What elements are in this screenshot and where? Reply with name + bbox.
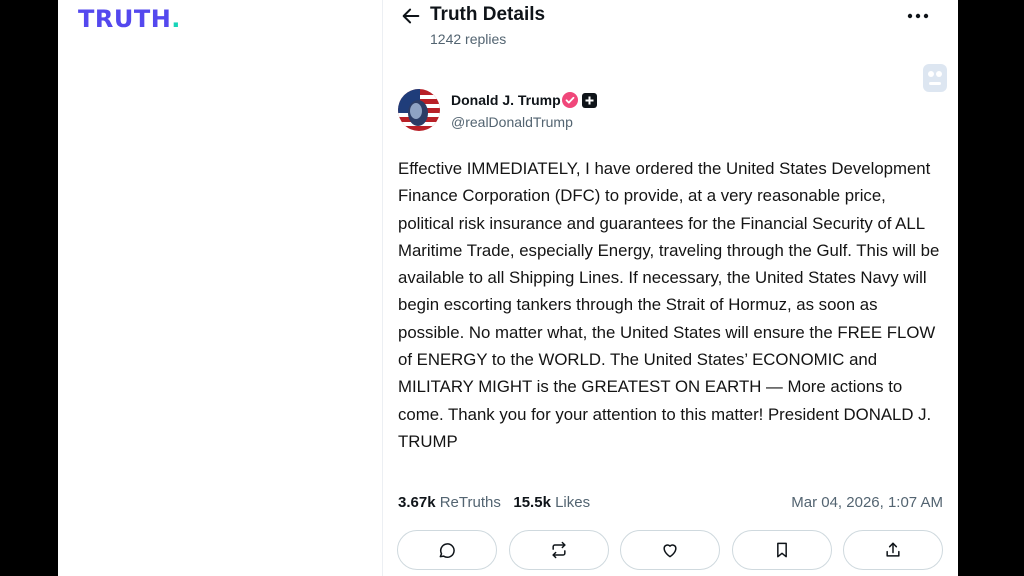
share-icon bbox=[886, 542, 900, 557]
likes-count: 15.5k bbox=[513, 494, 551, 511]
bookmark-icon bbox=[777, 542, 787, 558]
post-stats: 3.67k ReTruths 15.5k Likes bbox=[398, 494, 590, 511]
post-timestamp: Mar 04, 2026, 1:07 AM bbox=[791, 494, 943, 511]
like-icon bbox=[663, 544, 677, 558]
retruths-label: ReTruths bbox=[439, 494, 501, 511]
retruth-button[interactable] bbox=[509, 530, 609, 570]
avatar[interactable] bbox=[398, 89, 440, 131]
bookmark-button[interactable] bbox=[732, 530, 832, 570]
retruth-icon bbox=[552, 541, 566, 559]
retruths-stat[interactable]: 3.67k ReTruths bbox=[398, 494, 501, 511]
reply-button[interactable] bbox=[397, 530, 497, 570]
author-handle[interactable]: @realDonaldTrump bbox=[451, 114, 573, 130]
app-frame: TRUTH. Truth Details 1242 replies Donald… bbox=[58, 0, 958, 576]
author-name[interactable]: Donald J. Trump bbox=[451, 92, 561, 108]
logo-dot: . bbox=[171, 5, 181, 33]
arrow-left-icon[interactable] bbox=[400, 5, 422, 27]
watermark-icon bbox=[923, 64, 947, 92]
retruths-count: 3.67k bbox=[398, 494, 436, 511]
likes-stat[interactable]: 15.5k Likes bbox=[513, 494, 590, 511]
verified-badge-icon bbox=[562, 92, 578, 108]
truth-logo[interactable]: TRUTH. bbox=[78, 5, 181, 33]
main-column: Truth Details 1242 replies Donald J. Tru… bbox=[383, 0, 958, 576]
plus-badge-icon bbox=[582, 93, 597, 108]
more-horizontal-icon[interactable] bbox=[906, 6, 930, 26]
reply-count: 1242 replies bbox=[430, 31, 507, 47]
logo-text: TRUTH bbox=[78, 5, 172, 33]
share-button[interactable] bbox=[843, 530, 943, 570]
post-text: Effective IMMEDIATELY, I have ordered th… bbox=[398, 159, 940, 451]
page-title: Truth Details bbox=[430, 4, 546, 25]
like-button[interactable] bbox=[620, 530, 720, 570]
likes-label: Likes bbox=[555, 494, 591, 511]
left-sidebar: TRUTH. bbox=[58, 0, 383, 576]
action-bar bbox=[397, 530, 947, 570]
reply-icon bbox=[439, 543, 455, 558]
